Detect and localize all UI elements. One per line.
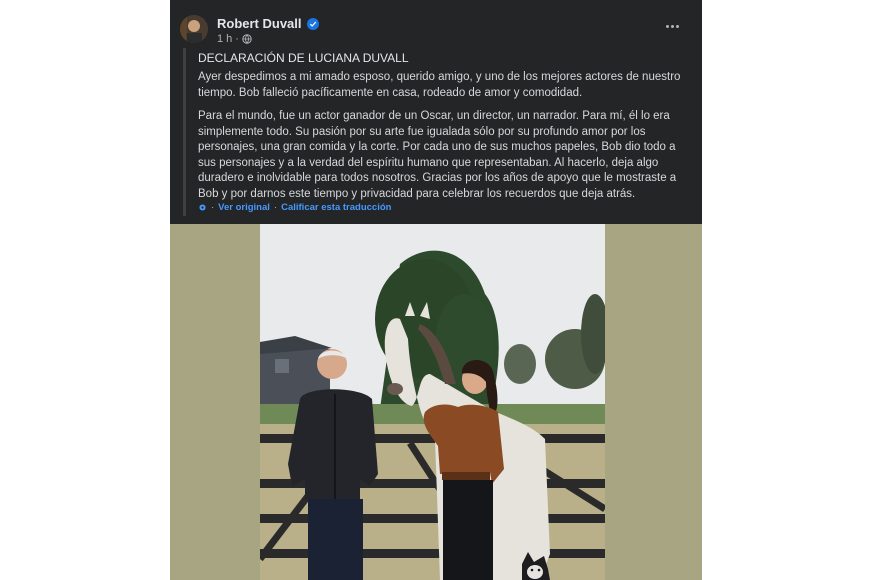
author-name[interactable]: Robert Duvall <box>217 16 302 31</box>
post-meta: 1 h · <box>217 33 252 45</box>
rate-translation-link[interactable]: Calificar esta traducción <box>281 202 391 213</box>
statement-headline: DECLARACIÓN DE LUCIANA DUVALL <box>198 51 409 65</box>
post-time[interactable]: 1 h <box>217 33 232 45</box>
more-options-icon[interactable] <box>662 18 682 34</box>
translation-separator: · <box>211 202 215 213</box>
verified-badge-icon <box>306 17 319 30</box>
translate-gear-icon <box>199 204 206 211</box>
post-paragraph-2: Para el mundo, fue un actor ganador de u… <box>198 110 677 200</box>
author-row: Robert Duvall <box>217 16 319 31</box>
post-header-and-text: Robert Duvall 1 h · DECLARACIÓN DE LUCIA… <box>170 4 702 222</box>
post-paragraph-1: Ayer despedimos a mi amado esposo, queri… <box>198 71 681 99</box>
translation-row: · Ver original · Calificar esta traducci… <box>198 202 391 213</box>
globe-icon <box>242 34 252 44</box>
facebook-post: Robert Duvall 1 h · DECLARACIÓN DE LUCIA… <box>170 0 702 580</box>
translation-separator-2: · <box>273 202 278 213</box>
post-photo[interactable] <box>260 224 605 580</box>
avatar[interactable] <box>180 15 208 43</box>
photo-scene <box>260 224 605 580</box>
meta-separator: · <box>235 33 239 45</box>
quote-bar <box>183 48 186 216</box>
see-original-link[interactable]: Ver original <box>218 202 270 213</box>
